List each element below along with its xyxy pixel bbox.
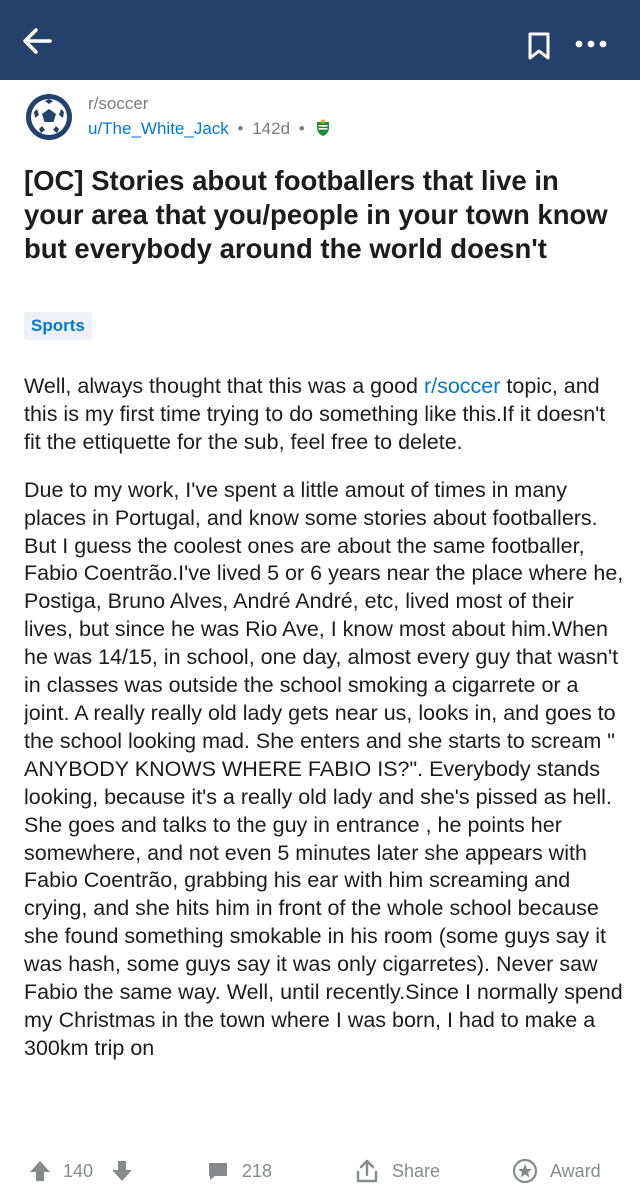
share-label: Share [392,1160,441,1181]
post-title: [OC] Stories about footballers that live… [24,165,608,264]
separator: • [298,119,305,138]
top-app-bar [0,0,640,80]
soccer-ball-icon[interactable] [24,92,74,142]
subreddit-link[interactable]: r/soccer [88,94,148,114]
vote-count: 140 [63,1160,94,1181]
downvote-arrow-icon [112,1161,132,1181]
comments-button[interactable]: 218 [206,1142,272,1200]
bookmark-icon[interactable] [526,31,552,61]
more-options-icon[interactable] [574,38,608,50]
downvote-button[interactable] [110,1142,134,1200]
post-flair[interactable]: Sports [24,312,92,340]
post-meta: r/soccer u/The_White_Jack • 142d • [24,92,624,148]
back-arrow-icon[interactable] [20,24,54,58]
share-button[interactable]: Share [354,1142,440,1200]
sporting-crest-icon [317,119,330,136]
award-button[interactable]: Award [512,1142,601,1200]
separator: • [237,119,244,138]
body-text: Well, always thought that this was a goo… [24,374,424,398]
author-link[interactable]: u/The_White_Jack [88,119,229,138]
upvote-arrow-icon [30,1161,50,1181]
comment-bubble-icon [209,1163,227,1180]
post-body: Well, always thought that this was a goo… [24,373,624,1141]
share-icon [356,1159,378,1183]
body-paragraph: Well, always thought that this was a goo… [24,373,624,457]
upvote-button[interactable] [28,1142,52,1200]
award-star-icon [512,1158,538,1184]
post-age: 142d [252,119,291,138]
body-paragraph: Due to my work, I've spent a little amou… [24,477,624,1060]
award-label: Award [550,1160,601,1181]
post-byline: u/The_White_Jack • 142d • [88,119,331,139]
post-action-bar: 140 218 Share Award [0,1142,640,1200]
subreddit-inline-link[interactable]: r/soccer [424,374,500,398]
comment-count: 218 [242,1160,273,1181]
